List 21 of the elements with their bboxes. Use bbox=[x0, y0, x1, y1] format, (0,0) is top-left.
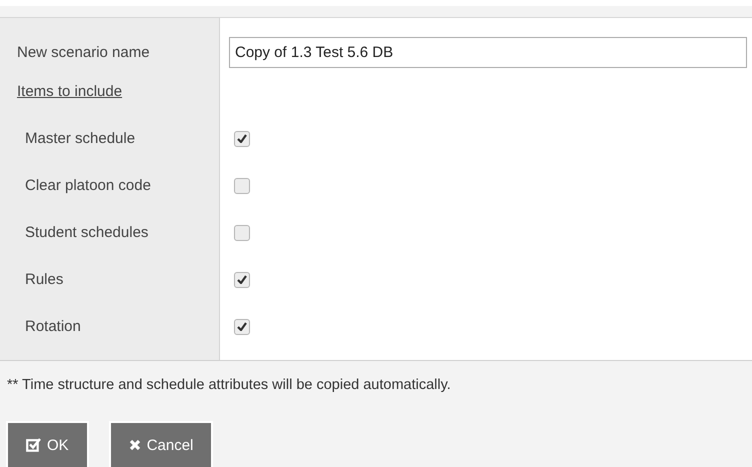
checkbox[interactable] bbox=[234, 178, 250, 194]
ok-button[interactable]: OK bbox=[8, 423, 87, 467]
note-text: ** Time structure and schedule attributes will be copied automatically. bbox=[6, 376, 452, 393]
checkbox[interactable] bbox=[234, 318, 250, 334]
checkbox[interactable] bbox=[234, 224, 250, 240]
checkbox[interactable] bbox=[234, 130, 250, 146]
scenario-name-field[interactable]: Copy of 1.3 Test 5.6 DB bbox=[229, 36, 747, 68]
option-label: Rules bbox=[24, 270, 64, 290]
cancel-button[interactable]: Cancel bbox=[110, 423, 212, 467]
option-label: Rotation bbox=[24, 317, 82, 337]
option-label: Student schedules bbox=[24, 223, 150, 243]
close-icon bbox=[128, 439, 141, 451]
option-label: Master schedule bbox=[24, 129, 136, 149]
field-label: New scenario name bbox=[16, 42, 151, 62]
section-heading: Items to include bbox=[17, 83, 122, 100]
check-icon bbox=[237, 322, 247, 331]
checkbox-icon bbox=[26, 438, 41, 452]
option-label: Clear platoon code bbox=[24, 176, 152, 196]
check-icon bbox=[237, 134, 247, 143]
check-icon bbox=[237, 275, 247, 284]
checkbox[interactable] bbox=[234, 272, 250, 288]
